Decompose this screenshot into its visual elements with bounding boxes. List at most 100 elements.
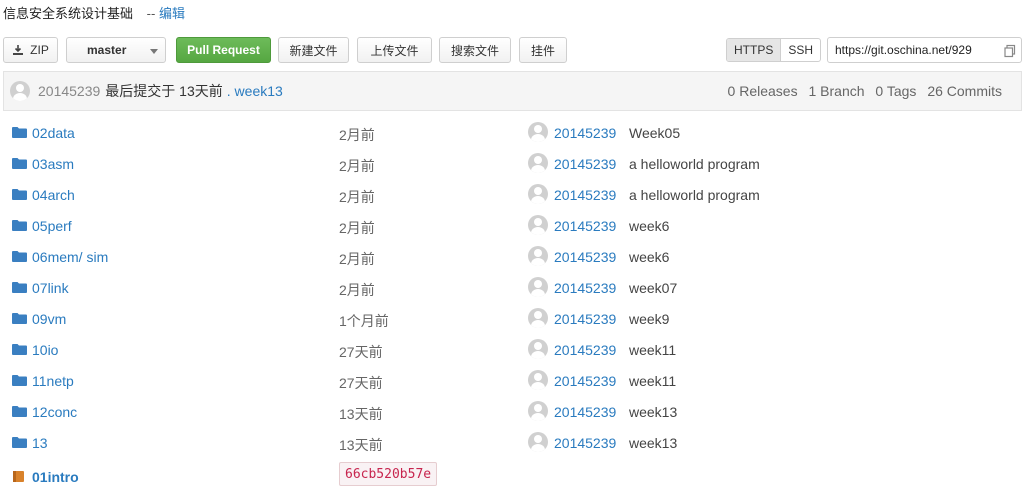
commit-message-link[interactable]: . week13 — [227, 83, 283, 99]
releases-link[interactable]: 0 Releases — [728, 83, 798, 99]
folder-icon — [12, 437, 27, 448]
folder-name-link[interactable]: 05perf — [32, 218, 72, 234]
file-time: 2月前 — [339, 189, 375, 205]
file-list: 02data 2月前 20145239 Week05 03asm 2月前 20145239 a… — [0, 117, 1025, 492]
commits-link[interactable]: 26 Commits — [927, 83, 1002, 99]
folder-icon — [12, 282, 27, 293]
download-icon — [13, 45, 24, 55]
folder-icon — [12, 220, 27, 231]
folder-name-link[interactable]: 02data — [32, 125, 75, 141]
folder-icon — [12, 251, 27, 262]
file-commit-author[interactable]: 20145239 — [554, 435, 616, 451]
edit-link[interactable]: 编辑 — [159, 6, 185, 21]
file-commit-author[interactable]: 20145239 — [554, 187, 616, 203]
file-row: 13 13天前 20145239 week13 — [0, 427, 1025, 458]
file-row: 06mem/ sim 2月前 20145239 week6 — [0, 241, 1025, 272]
folder-name-link[interactable]: 10io — [32, 342, 58, 358]
file-name: 03asm — [32, 156, 74, 172]
avatar — [528, 308, 548, 328]
avatar — [528, 184, 548, 204]
file-commit-message[interactable]: week13 — [629, 404, 677, 420]
folder-icon — [12, 406, 27, 417]
file-commit-message[interactable]: week6 — [629, 249, 669, 265]
file-time: 2月前 — [339, 158, 375, 174]
file-commit-message[interactable]: week07 — [629, 280, 677, 296]
copy-icon[interactable] — [1003, 44, 1017, 58]
file-commit-author[interactable]: 20145239 — [554, 404, 616, 420]
folder-name-link[interactable]: 11netp — [32, 373, 74, 389]
avatar — [528, 122, 548, 142]
file-commit-message[interactable]: a helloworld program — [629, 156, 760, 172]
chevron-down-icon — [150, 49, 158, 54]
file-commit-author[interactable]: 20145239 — [554, 373, 616, 389]
subfolder-name-link[interactable]: sim — [86, 249, 108, 265]
file-row: 09vm 1个月前 20145239 week9 — [0, 303, 1025, 334]
file-commit-author[interactable]: 20145239 — [554, 280, 616, 296]
commit-author[interactable]: 20145239 — [38, 83, 100, 99]
file-commit-message[interactable]: Week05 — [629, 125, 680, 141]
file-commit-message[interactable]: week11 — [629, 373, 676, 389]
file-commit-message[interactable]: week11 — [629, 342, 676, 358]
file-commit-author[interactable]: 20145239 — [554, 311, 616, 327]
folder-name-link[interactable]: 04arch — [32, 187, 75, 203]
folder-name-link[interactable]: 03asm — [32, 156, 74, 172]
folder-name-link[interactable]: 12conc — [32, 404, 77, 420]
submodule-hash[interactable]: 66cb520b57e — [339, 462, 438, 486]
branch-select[interactable]: master — [66, 37, 166, 63]
file-commit-author[interactable]: 20145239 — [554, 249, 616, 265]
plugin-button[interactable]: 挂件 — [519, 37, 567, 63]
folder-icon — [12, 189, 27, 200]
file-commit-message[interactable]: a helloworld program — [629, 187, 760, 203]
file-row: 05perf 2月前 20145239 week6 — [0, 210, 1025, 241]
file-commit-message[interactable]: week6 — [629, 218, 669, 234]
folder-icon — [12, 158, 27, 169]
file-time: 27天前 — [339, 375, 383, 391]
edit-separator: -- — [146, 6, 156, 21]
folder-name-link[interactable]: 09vm — [32, 311, 66, 327]
file-commit-author[interactable]: 20145239 — [554, 125, 616, 141]
clone-url-text: https://git.oschina.net/929 — [835, 43, 972, 57]
file-name: 13 — [32, 435, 48, 451]
file-time: 13天前 — [339, 406, 383, 422]
file-commit-message[interactable]: week13 — [629, 435, 677, 451]
file-commit-author[interactable]: 20145239 — [554, 218, 616, 234]
file-time: 1个月前 — [339, 313, 389, 329]
file-name: 06mem/ sim — [32, 249, 108, 265]
folder-name-link[interactable]: 06mem/ — [32, 249, 83, 265]
repo-title: 信息安全系统设计基础 — [3, 6, 134, 21]
folder-name-link[interactable]: 13 — [32, 435, 48, 451]
new-file-button[interactable]: 新建文件 — [278, 37, 349, 63]
folder-icon — [12, 127, 27, 138]
branches-link[interactable]: 1 Branch — [808, 83, 864, 99]
file-commit-author[interactable]: 20145239 — [554, 156, 616, 172]
clone-url-input[interactable]: https://git.oschina.net/929 — [827, 37, 1022, 63]
file-time: 27天前 — [339, 344, 383, 360]
file-name: 07link — [32, 280, 69, 296]
file-commit-message[interactable]: week9 — [629, 311, 669, 327]
ssh-button[interactable]: SSH — [781, 39, 820, 61]
repo-header: 信息安全系统设计基础 -- 编辑 — [3, 3, 185, 21]
tags-link[interactable]: 0 Tags — [875, 83, 916, 99]
https-button[interactable]: HTTPS — [727, 39, 782, 61]
search-file-button[interactable]: 搜索文件 — [439, 37, 511, 63]
avatar — [528, 370, 548, 390]
file-row: 12conc 13天前 20145239 week13 — [0, 396, 1025, 427]
upload-file-button[interactable]: 上传文件 — [357, 37, 432, 63]
file-name: 02data — [32, 125, 75, 141]
avatar — [528, 153, 548, 173]
zip-label: ZIP — [30, 43, 49, 57]
file-commit-author[interactable]: 20145239 — [554, 342, 616, 358]
avatar — [528, 277, 548, 297]
avatar — [528, 432, 548, 452]
submodule-name-link[interactable]: 01intro — [32, 469, 79, 485]
folder-icon — [12, 375, 27, 386]
avatar — [528, 401, 548, 421]
file-name: 11netp — [32, 373, 74, 389]
file-time: 2月前 — [339, 127, 375, 143]
file-name: 04arch — [32, 187, 75, 203]
submodule-row: 01intro 66cb520b57e — [0, 458, 1025, 492]
download-zip-button[interactable]: ZIP — [3, 37, 58, 63]
submodule-icon — [13, 471, 24, 482]
folder-name-link[interactable]: 07link — [32, 280, 69, 296]
pull-request-button[interactable]: Pull Request — [176, 37, 271, 63]
